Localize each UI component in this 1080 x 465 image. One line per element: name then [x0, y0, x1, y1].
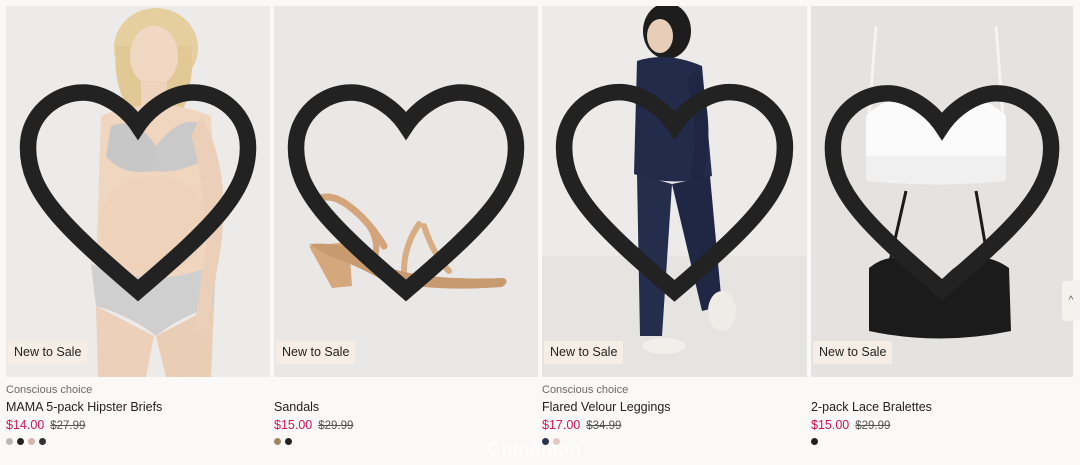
conscious-choice-label: Conscious choice — [6, 384, 93, 396]
product-image[interactable]: New to Sale — [811, 6, 1073, 377]
chevron-up-icon: ^ — [1068, 295, 1074, 306]
product-grid: New to Sale Conscious choice MAMA 5-pack… — [6, 6, 1073, 445]
scroll-up-button[interactable]: ^ — [1062, 281, 1080, 321]
sale-price: $15.00 — [274, 418, 313, 432]
favorite-heart-icon[interactable] — [274, 6, 538, 377]
product-title[interactable]: 2-pack Lace Bralettes — [811, 400, 1073, 415]
product-image[interactable]: New to Sale — [6, 6, 270, 377]
product-prices: $15.00 $29.99 — [274, 418, 538, 433]
original-price: $27.99 — [50, 420, 86, 432]
color-swatches — [542, 438, 807, 445]
product-image[interactable]: New to Sale — [542, 6, 807, 377]
color-swatches — [811, 438, 1073, 445]
sale-price: $17.00 — [542, 418, 581, 432]
sale-price: $15.00 — [811, 418, 850, 432]
conscious-choice-label — [274, 384, 538, 397]
color-swatch[interactable] — [28, 438, 35, 445]
favorite-heart-icon[interactable] — [6, 6, 270, 377]
favorite-heart-icon[interactable] — [811, 6, 1073, 377]
product-info: 2-pack Lace Bralettes $15.00 $29.99 — [811, 377, 1073, 445]
original-price: $34.99 — [586, 420, 622, 432]
favorite-heart-icon[interactable] — [542, 6, 807, 377]
sale-price: $14.00 — [6, 418, 45, 432]
product-info: Sandals $15.00 $29.99 — [274, 377, 538, 445]
product-image[interactable]: New to Sale — [274, 6, 538, 377]
product-title[interactable]: Sandals — [274, 400, 538, 415]
original-price: $29.99 — [318, 420, 354, 432]
color-swatch[interactable] — [6, 438, 13, 445]
conscious-choice-label — [811, 384, 1073, 397]
color-swatch[interactable] — [811, 438, 818, 445]
color-swatch[interactable] — [285, 438, 292, 445]
original-price: $29.99 — [855, 420, 891, 432]
product-title[interactable]: Flared Velour Leggings — [542, 400, 807, 415]
product-prices: $14.00 $27.99 — [6, 418, 270, 433]
color-swatches — [6, 438, 270, 445]
product-card[interactable]: New to Sale Conscious choice MAMA 5-pack… — [6, 6, 270, 445]
product-card[interactable]: New to Sale Sandals $15.00 $29.99 — [274, 6, 538, 445]
product-info: Conscious choice Flared Velour Leggings … — [542, 377, 807, 445]
watermark: Chinaman — [487, 440, 582, 461]
color-swatch[interactable] — [39, 438, 46, 445]
product-card[interactable]: New to Sale Conscious choice Flared Velo… — [542, 6, 807, 445]
product-prices: $17.00 $34.99 — [542, 418, 807, 433]
product-info: Conscious choice MAMA 5-pack Hipster Bri… — [6, 377, 270, 445]
product-card[interactable]: New to Sale 2-pack Lace Bralettes $15.00… — [811, 6, 1073, 445]
color-swatch[interactable] — [274, 438, 281, 445]
product-prices: $15.00 $29.99 — [811, 418, 1073, 433]
color-swatch[interactable] — [17, 438, 24, 445]
conscious-choice-label: Conscious choice — [542, 384, 629, 396]
product-title[interactable]: MAMA 5-pack Hipster Briefs — [6, 400, 270, 415]
